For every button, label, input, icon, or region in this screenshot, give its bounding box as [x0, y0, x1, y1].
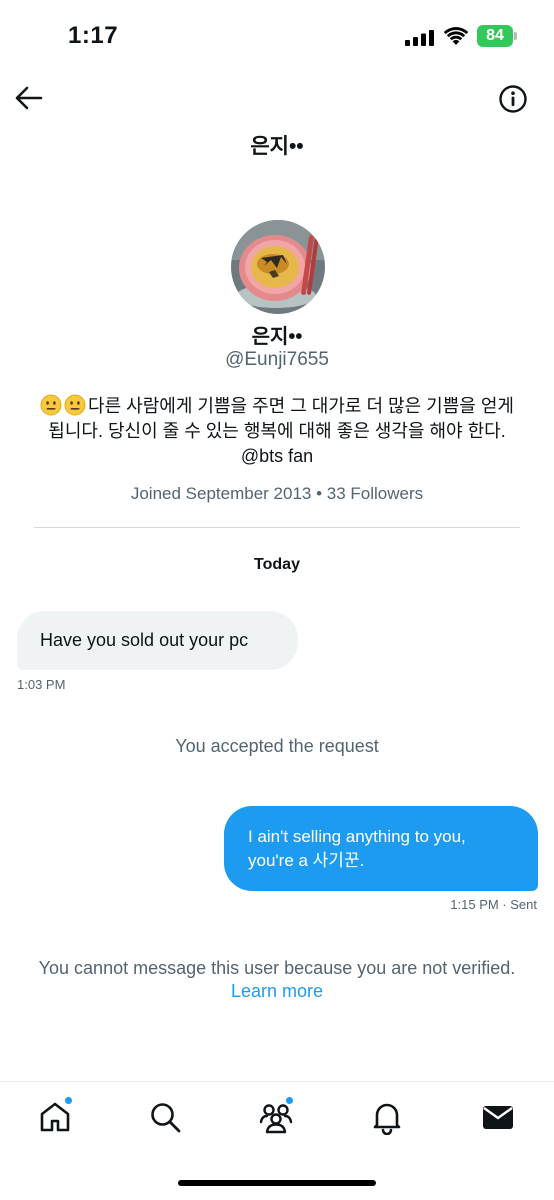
- battery-indicator: 84: [477, 25, 518, 47]
- verification-notice-text: You cannot message this user because you…: [38, 958, 516, 978]
- profile-meta: Joined September 2013 • 33 Followers: [130, 484, 424, 503]
- incoming-message-time: 1:03 PM: [17, 677, 66, 692]
- neutral-face-emoji-icon: [64, 394, 86, 416]
- outgoing-message-status: 1:15 PM · Sent: [450, 897, 537, 912]
- tab-communities[interactable]: [258, 1096, 294, 1135]
- divider: [34, 527, 520, 528]
- home-indicator: [178, 1180, 376, 1186]
- battery-level: 84: [477, 25, 513, 47]
- cellular-signal-icon: [405, 30, 434, 46]
- notifications-icon: [373, 1103, 401, 1136]
- profile-name: 은지••: [251, 326, 303, 348]
- avatar[interactable]: [231, 220, 325, 314]
- outgoing-message-bubble[interactable]: I ain't selling anything to you, you're …: [224, 806, 538, 891]
- tab-messages[interactable]: [480, 1099, 516, 1135]
- conversation-title: 은지••: [250, 135, 304, 158]
- status-bar: 1:17 84: [0, 0, 554, 72]
- profile-bio: 다른 사람에게 기쁨을 주면 그 대가로 더 많은 기쁨을 얻게 됩니다. 당신…: [40, 394, 514, 469]
- wifi-icon: [443, 27, 469, 45]
- profile-bio-text: 다른 사람에게 기쁨을 주면 그 대가로 더 많은 기쁨을 얻게 됩니다. 당신…: [48, 396, 514, 466]
- profile-handle[interactable]: @Eunji7655: [0, 349, 554, 371]
- back-arrow-icon[interactable]: [14, 84, 44, 112]
- status-time: 1:17: [68, 22, 119, 49]
- messages-icon: [483, 1106, 513, 1129]
- notification-dot: [64, 1096, 73, 1105]
- search-icon: [151, 1103, 181, 1133]
- tab-notifications[interactable]: [369, 1099, 405, 1136]
- info-icon[interactable]: [498, 84, 528, 114]
- learn-more-link[interactable]: Learn more: [231, 981, 323, 1001]
- battery-tip: [514, 32, 517, 40]
- notification-dot: [285, 1096, 294, 1105]
- outgoing-message-line: I ain't selling anything to you,: [248, 827, 466, 846]
- verification-notice: You cannot message this user because you…: [30, 957, 524, 1003]
- incoming-message-bubble[interactable]: Have you sold out your pc: [17, 611, 298, 670]
- tab-search[interactable]: [147, 1099, 183, 1135]
- outgoing-message-line: you're a 사기꾼.: [248, 851, 365, 870]
- system-message: You accepted the request: [175, 736, 379, 756]
- day-separator: Today: [254, 556, 300, 573]
- neutral-face-emoji-icon: [40, 394, 62, 416]
- tab-home[interactable]: [37, 1096, 73, 1135]
